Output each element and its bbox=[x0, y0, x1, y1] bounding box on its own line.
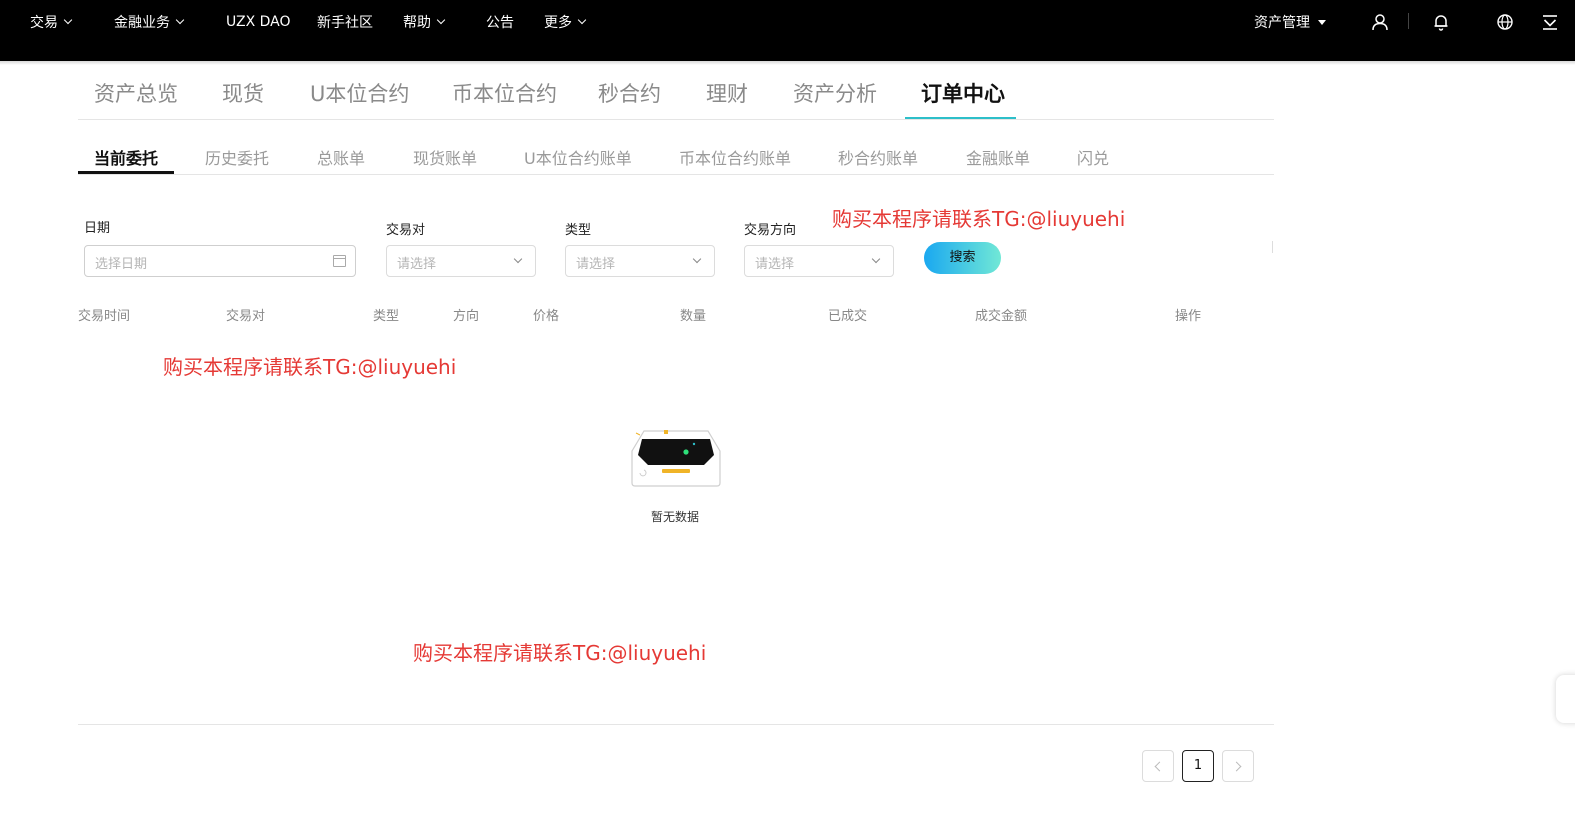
type-select[interactable]: 请选择 bbox=[565, 245, 715, 277]
chevron-down-icon bbox=[513, 254, 523, 264]
chevron-down-icon bbox=[175, 15, 185, 25]
col-pair: 交易对 bbox=[226, 309, 266, 324]
prev-page-button[interactable] bbox=[1142, 750, 1174, 782]
nav-finance-label: 金融业务 bbox=[114, 15, 170, 31]
subtab-coin-futures-bill[interactable]: 币本位合约账单 bbox=[679, 145, 791, 169]
subtab-total-bill[interactable]: 总账单 bbox=[317, 145, 365, 169]
watermark-text: 购买本程序请联系TG:@liuyuehi bbox=[413, 641, 707, 665]
asset-management-label: 资产管理 bbox=[1254, 15, 1310, 31]
empty-box-icon bbox=[630, 425, 722, 489]
tab-asset-overview[interactable]: 资产总览 bbox=[94, 78, 178, 108]
chevron-down-icon bbox=[436, 15, 446, 25]
nav-divider bbox=[1408, 13, 1409, 29]
main-tab-active-indicator bbox=[905, 117, 1016, 119]
col-time: 交易时间 bbox=[78, 309, 131, 324]
nav-help[interactable]: 帮助 bbox=[403, 0, 446, 44]
calendar-icon bbox=[333, 255, 346, 267]
tab-usdt-futures[interactable]: U本位合约 bbox=[310, 78, 409, 108]
table-footer-divider bbox=[78, 724, 1274, 725]
direction-label: 交易方向 bbox=[744, 223, 797, 238]
tab-spot[interactable]: 现货 bbox=[222, 78, 264, 108]
subtab-history-orders[interactable]: 历史委托 bbox=[205, 145, 269, 169]
empty-state-text: 暂无数据 bbox=[651, 510, 700, 524]
tab-order-center[interactable]: 订单中心 bbox=[921, 78, 1005, 108]
col-action: 操作 bbox=[1175, 309, 1202, 324]
next-page-button[interactable] bbox=[1222, 750, 1254, 782]
col-filled: 已成交 bbox=[828, 309, 868, 324]
page-number-button[interactable]: 1 bbox=[1182, 750, 1214, 782]
date-label: 日期 bbox=[84, 221, 111, 236]
search-button[interactable]: 搜索 bbox=[924, 242, 1001, 274]
col-total: 成交金额 bbox=[975, 309, 1028, 324]
col-type: 类型 bbox=[373, 309, 400, 324]
subtab-current-orders[interactable]: 当前委托 bbox=[94, 145, 158, 169]
chevron-down-icon bbox=[63, 15, 73, 25]
chevron-down-icon bbox=[692, 254, 702, 264]
nav-dao-label: UZX DAO bbox=[226, 14, 291, 30]
top-navbar: 交易 金融业务 UZX DAO 新手社区 帮助 公告 更多 资产管理 bbox=[0, 0, 1575, 61]
pair-placeholder: 请选择 bbox=[397, 257, 437, 272]
bell-icon[interactable] bbox=[1431, 12, 1451, 32]
subtab-finance-bill[interactable]: 金融账单 bbox=[966, 145, 1030, 169]
watermark-text: 购买本程序请联系TG:@liuyuehi bbox=[163, 355, 457, 379]
divider-mark bbox=[1272, 241, 1273, 253]
nav-announcement-label: 公告 bbox=[486, 15, 514, 31]
sub-tabs: 当前委托 历史委托 总账单 现货账单 U本位合约账单 币本位合约账单 秒合约账单… bbox=[78, 134, 1274, 175]
date-placeholder: 选择日期 bbox=[95, 257, 148, 272]
nav-trade-label: 交易 bbox=[30, 15, 58, 31]
caret-down-icon bbox=[1318, 19, 1326, 25]
main-tabs: 资产总览 现货 U本位合约 币本位合约 秒合约 理财 资产分析 订单中心 bbox=[78, 66, 1274, 120]
nav-more-label: 更多 bbox=[544, 15, 572, 31]
subtab-spot-bill[interactable]: 现货账单 bbox=[413, 145, 477, 169]
type-label: 类型 bbox=[565, 223, 592, 238]
tab-second-contract[interactable]: 秒合约 bbox=[598, 78, 661, 108]
direction-placeholder: 请选择 bbox=[755, 257, 795, 272]
type-placeholder: 请选择 bbox=[576, 257, 616, 272]
asset-management-menu[interactable]: 资产管理 bbox=[1254, 0, 1326, 44]
date-picker[interactable]: 选择日期 bbox=[84, 245, 356, 277]
chevron-down-icon bbox=[871, 254, 881, 264]
nav-more[interactable]: 更多 bbox=[544, 0, 587, 44]
watermark-text: 购买本程序请联系TG:@liuyuehi bbox=[832, 207, 1126, 231]
download-icon[interactable] bbox=[1540, 12, 1560, 32]
pair-select[interactable]: 请选择 bbox=[386, 245, 536, 277]
header-shadow bbox=[0, 61, 1575, 65]
sub-tab-active-indicator bbox=[78, 171, 174, 174]
tab-coin-futures[interactable]: 币本位合约 bbox=[452, 78, 557, 108]
col-amount: 数量 bbox=[680, 309, 707, 324]
nav-community-label: 新手社区 bbox=[317, 15, 373, 31]
tab-asset-analysis[interactable]: 资产分析 bbox=[793, 78, 877, 108]
col-price: 价格 bbox=[533, 309, 560, 324]
globe-icon[interactable] bbox=[1495, 12, 1515, 32]
subtab-second-contract-bill[interactable]: 秒合约账单 bbox=[838, 145, 918, 169]
direction-select[interactable]: 请选择 bbox=[744, 245, 894, 277]
tab-wealth[interactable]: 理财 bbox=[706, 78, 748, 108]
nav-announcement[interactable]: 公告 bbox=[486, 0, 514, 44]
nav-trade[interactable]: 交易 bbox=[30, 0, 73, 44]
nav-community[interactable]: 新手社区 bbox=[317, 0, 373, 44]
nav-finance[interactable]: 金融业务 bbox=[114, 0, 185, 44]
subtab-usdt-futures-bill[interactable]: U本位合约账单 bbox=[524, 145, 632, 169]
side-float-widget[interactable] bbox=[1556, 675, 1575, 723]
nav-dao[interactable]: UZX DAO bbox=[226, 0, 291, 44]
nav-help-label: 帮助 bbox=[403, 15, 431, 31]
subtab-flash-swap[interactable]: 闪兑 bbox=[1077, 145, 1109, 169]
col-direction: 方向 bbox=[453, 309, 480, 324]
chevron-down-icon bbox=[577, 15, 587, 25]
pair-label: 交易对 bbox=[386, 223, 426, 238]
user-icon[interactable] bbox=[1370, 12, 1390, 32]
